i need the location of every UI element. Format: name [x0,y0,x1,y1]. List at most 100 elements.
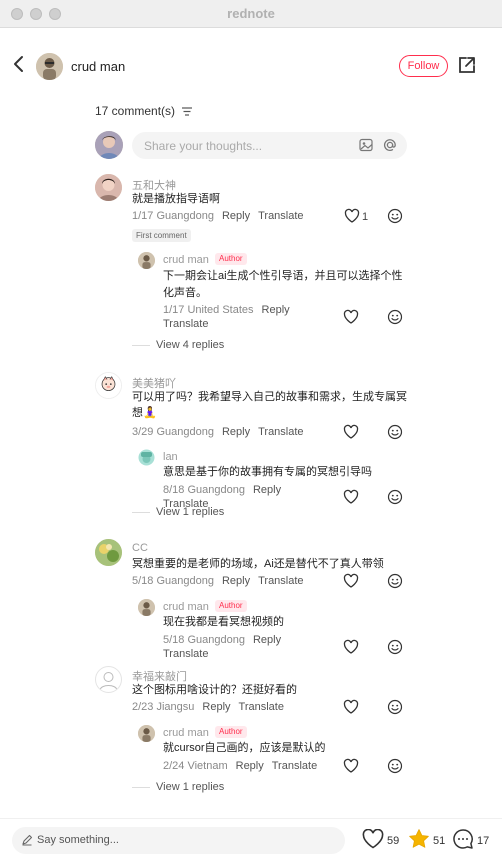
divider-line [132,344,150,346]
reply-author-avatar[interactable] [138,449,155,466]
translate-button[interactable]: Translate [163,318,208,330]
reply-author-name[interactable]: crud man [163,254,209,266]
emoji-reaction-icon[interactable] [387,424,403,440]
share-icon[interactable] [457,55,477,75]
reply-button[interactable]: Reply [253,634,281,646]
like-count: 1 [362,211,369,223]
view-replies-label: View 1 replies [156,506,225,518]
reply-button[interactable]: Reply [253,484,281,496]
view-replies-label: View 4 replies [156,339,225,351]
comment-date-location: 5/18 Guangdong [132,575,214,587]
view-replies-button[interactable]: View 1 replies [132,781,224,793]
reply-date-location: 8/18 Guangdong [163,484,245,496]
emoji-reaction-icon[interactable] [387,208,403,224]
collect-total: 51 [433,835,446,847]
say-something-input[interactable]: Say something... [12,827,345,854]
author-badge: Author [215,253,247,265]
reply-button[interactable]: Reply [222,210,250,222]
commenter-avatar[interactable] [95,372,122,399]
commenter-avatar[interactable] [95,666,122,693]
like-total: 59 [387,835,400,847]
reply-button[interactable]: Reply [236,760,264,772]
mention-icon[interactable] [383,138,397,152]
reply-button[interactable]: Reply [222,575,250,587]
sort-icon[interactable] [182,107,193,116]
like-icon[interactable] [343,573,359,589]
reply-text: 现在我都是看冥想视频的 [163,616,284,628]
translate-button[interactable]: Translate [258,575,303,587]
like-icon[interactable] [343,489,359,505]
comment-meta: 2/23 Jiangsu Reply Translate [132,701,284,713]
translate-button[interactable]: Translate [272,760,317,772]
reply-date-location: 5/18 Guangdong [163,634,245,646]
back-arrow-icon[interactable] [10,52,28,76]
comment-bubble-icon[interactable] [452,828,474,850]
reply-meta: 2/24 Vietnam Reply Translate [163,760,317,772]
comment-meta: 1/17 Guangdong Reply Translate [132,210,304,222]
comment-meta: 3/29 Guangdong Reply Translate [132,426,304,438]
reply-button[interactable]: Reply [202,701,230,713]
reply-author-name[interactable]: crud man [163,727,209,739]
commenter-avatar[interactable] [95,539,122,566]
reply-author-avatar[interactable] [138,599,155,616]
comment-input-box[interactable] [132,132,407,159]
reply-button[interactable]: Reply [222,426,250,438]
like-icon[interactable] [343,639,359,655]
reply-meta: 5/18 Guangdong Reply [163,634,281,646]
author-badge: Author [215,600,247,612]
note-header: crud man Follow [0,28,502,104]
follow-button[interactable]: Follow [399,55,448,77]
comment-text: 就是播放指导语啊 [132,193,220,205]
current-user-avatar [95,131,123,159]
image-icon[interactable] [359,138,373,152]
comment-date-location: 3/29 Guangdong [132,426,214,438]
emoji-reaction-icon[interactable] [387,573,403,589]
comment-count-label: 17 comment(s) [95,104,176,118]
like-note-icon[interactable] [362,829,384,849]
reply-author-avatar[interactable] [138,725,155,742]
collect-star-icon[interactable] [408,828,430,849]
translate-button[interactable]: Translate [258,210,303,222]
reply-date-location: 1/17 United States [163,304,254,316]
commenter-avatar[interactable] [95,174,122,201]
comment-date-location: 1/17 Guangdong [132,210,214,222]
author-name[interactable]: crud man [71,59,125,74]
reply-author-avatar[interactable] [138,252,155,269]
view-replies-button[interactable]: View 4 replies [132,339,224,351]
commenter-name[interactable]: CC [132,542,148,554]
author-avatar[interactable] [36,53,63,80]
emoji-reaction-icon[interactable] [387,758,403,774]
like-icon[interactable] [343,309,359,325]
comment-text: 这个图标用啥设计的？还挺好看的 [132,684,297,696]
view-replies-button[interactable]: View 1 replies [132,506,224,518]
emoji-reaction-icon[interactable] [387,639,403,655]
author-badge: Author [215,726,247,738]
emoji-reaction-icon[interactable] [387,309,403,325]
comment-text: 冥想重要的是老师的场域，Ai还是替代不了真人带领 [132,558,384,570]
comment-input[interactable] [144,137,344,155]
translate-button[interactable]: Translate [239,701,284,713]
comment-total: 17 [477,835,490,847]
reply-text-line2: 化声音。 [163,287,207,299]
view-replies-label: View 1 replies [156,781,225,793]
like-icon[interactable] [343,758,359,774]
translate-button[interactable]: Translate [163,648,208,660]
comment-meta: 5/18 Guangdong Reply Translate [132,575,304,587]
emoji-reaction-icon[interactable] [387,489,403,505]
divider-line [132,786,150,788]
window-title: rednote [227,6,275,21]
window-titlebar: rednote [0,0,502,28]
comment-count[interactable]: 17 comment(s) [95,104,193,118]
reply-button[interactable]: Reply [262,304,290,316]
reply-author-name[interactable]: crud man [163,601,209,613]
reply-author-name[interactable]: lan [163,451,178,463]
like-icon[interactable] [343,424,359,440]
emoji-reaction-icon[interactable] [387,699,403,715]
like-icon[interactable] [344,208,360,224]
reply-meta: 8/18 Guangdong Reply [163,484,281,496]
like-icon[interactable] [343,699,359,715]
comment-text-line1: 可以用了吗？我希望导入自己的故事和需求，生成专属冥 [132,391,407,403]
reply-text: 意思是基于你的故事拥有专属的冥想引导吗 [163,466,372,478]
reply-meta: 1/17 United States Reply [163,304,290,316]
translate-button[interactable]: Translate [258,426,303,438]
